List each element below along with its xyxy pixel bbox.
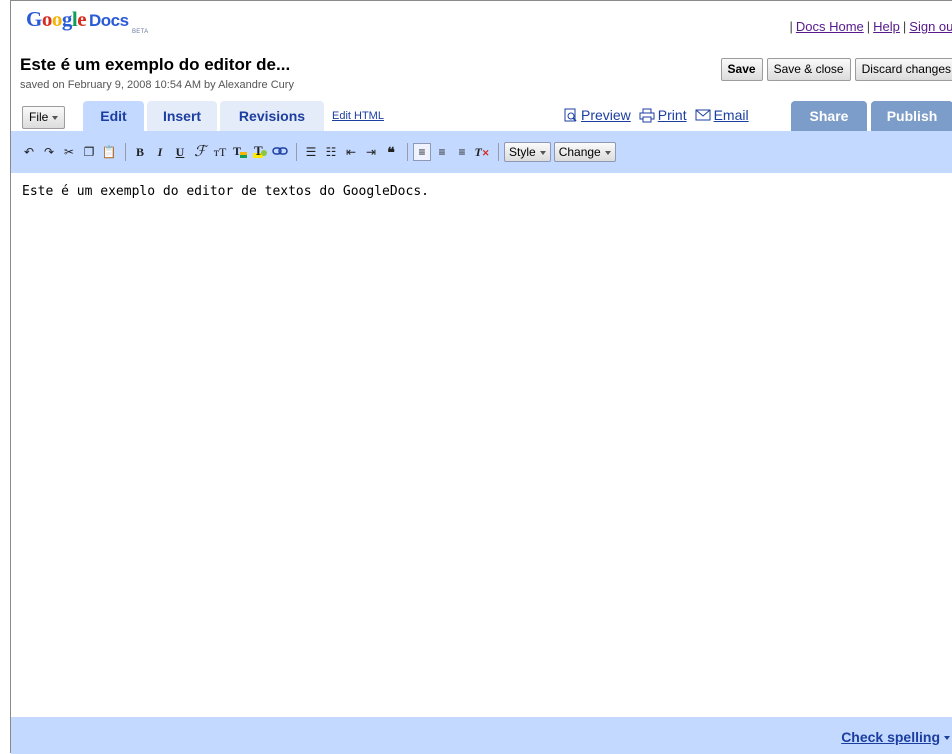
clear-formatting-icon[interactable]: T✕	[473, 143, 491, 161]
document-body-text[interactable]: Este é um exemplo do editor de textos do…	[22, 184, 429, 199]
top-links: |Docs Home|Help|Sign out	[786, 19, 952, 34]
document-editor[interactable]: Este é um exemplo do editor de textos do…	[11, 173, 952, 717]
increase-indent-icon[interactable]: ⇥	[362, 143, 380, 161]
file-menu-button[interactable]: File	[22, 106, 66, 129]
help-link[interactable]: Help	[873, 19, 900, 34]
tab-publish[interactable]: Publish	[871, 101, 952, 131]
editor-window: GoogleDocs BETA |Docs Home|Help|Sign out…	[10, 0, 952, 754]
cut-icon[interactable]: ✂	[60, 143, 78, 161]
formatting-toolbar: ↶ ↷ ✂ ❐ 📋 B I U ℱ ᴛT T T ☰ ☷ ⇤ ⇥ ❝ ≡ ≡ ≡…	[11, 131, 952, 173]
saved-status: saved on February 9, 2008 10:54 AM by Al…	[20, 79, 294, 91]
tab-edit[interactable]: Edit	[83, 101, 144, 131]
italic-icon[interactable]: I	[151, 143, 169, 161]
text-color-icon[interactable]: T	[231, 143, 249, 161]
document-links: Preview Print Email	[564, 107, 749, 123]
svg-text:T: T	[233, 144, 241, 158]
tab-row: File Edit Insert Revisions Edit HTML Pre…	[11, 101, 952, 131]
beta-label: BETA	[132, 29, 149, 35]
envelope-icon	[695, 109, 711, 121]
preview-icon	[564, 108, 577, 122]
copy-icon[interactable]: ❐	[80, 143, 98, 161]
bold-icon[interactable]: B	[131, 143, 149, 161]
underline-icon[interactable]: U	[171, 143, 189, 161]
tab-insert[interactable]: Insert	[147, 101, 217, 131]
decrease-indent-icon[interactable]: ⇤	[342, 143, 360, 161]
link-icon[interactable]	[271, 143, 289, 161]
tab-share[interactable]: Share	[791, 101, 867, 131]
document-actions: Save Save & close Discard changes	[720, 58, 952, 81]
toolbar-divider	[498, 143, 499, 161]
chevron-down-icon	[539, 150, 546, 155]
save-button[interactable]: Save	[720, 58, 763, 81]
save-close-button[interactable]: Save & close	[766, 58, 851, 81]
footer-bar: Check spelling	[11, 717, 952, 754]
document-title[interactable]: Este é um exemplo do editor de...	[20, 55, 290, 75]
undo-icon[interactable]: ↶	[20, 143, 38, 161]
sign-out-link[interactable]: Sign out	[909, 19, 952, 34]
toolbar-divider	[407, 143, 408, 161]
align-center-icon[interactable]: ≡	[433, 143, 451, 161]
printer-icon	[639, 108, 655, 122]
align-right-icon[interactable]: ≡	[453, 143, 471, 161]
google-docs-logo[interactable]: Google Docs	[26, 7, 129, 32]
edit-html-link[interactable]: Edit HTML	[332, 110, 384, 122]
change-dropdown[interactable]: Change	[553, 142, 616, 162]
check-spelling-link[interactable]: Check spelling	[841, 729, 950, 745]
align-left-icon[interactable]: ≡	[413, 143, 431, 161]
blockquote-icon[interactable]: ❝	[382, 143, 400, 161]
tab-revisions[interactable]: Revisions	[220, 101, 324, 131]
paste-icon[interactable]: 📋	[100, 143, 118, 161]
style-dropdown[interactable]: Style	[504, 142, 551, 162]
preview-link[interactable]: Preview	[564, 107, 631, 123]
chevron-down-icon	[604, 150, 611, 155]
docs-home-link[interactable]: Docs Home	[796, 19, 864, 34]
redo-icon[interactable]: ↷	[40, 143, 58, 161]
toolbar-icons: ↶ ↷ ✂ ❐ 📋 B I U ℱ ᴛT T T ☰ ☷ ⇤ ⇥ ❝ ≡ ≡ ≡…	[20, 142, 619, 162]
numbered-list-icon[interactable]: ☰	[302, 143, 320, 161]
font-icon[interactable]: ℱ	[191, 143, 209, 161]
print-link[interactable]: Print	[639, 107, 687, 123]
discard-changes-button[interactable]: Discard changes	[854, 58, 952, 81]
chevron-down-icon	[52, 115, 59, 120]
header: GoogleDocs BETA |Docs Home|Help|Sign out	[11, 1, 952, 45]
font-size-icon[interactable]: ᴛT	[211, 143, 229, 161]
svg-text:T: T	[254, 143, 263, 158]
highlight-color-icon[interactable]: T	[251, 143, 269, 161]
toolbar-divider	[125, 143, 126, 161]
email-link[interactable]: Email	[695, 107, 749, 123]
toolbar-divider	[296, 143, 297, 161]
chevron-down-icon	[944, 736, 950, 741]
bulleted-list-icon[interactable]: ☷	[322, 143, 340, 161]
